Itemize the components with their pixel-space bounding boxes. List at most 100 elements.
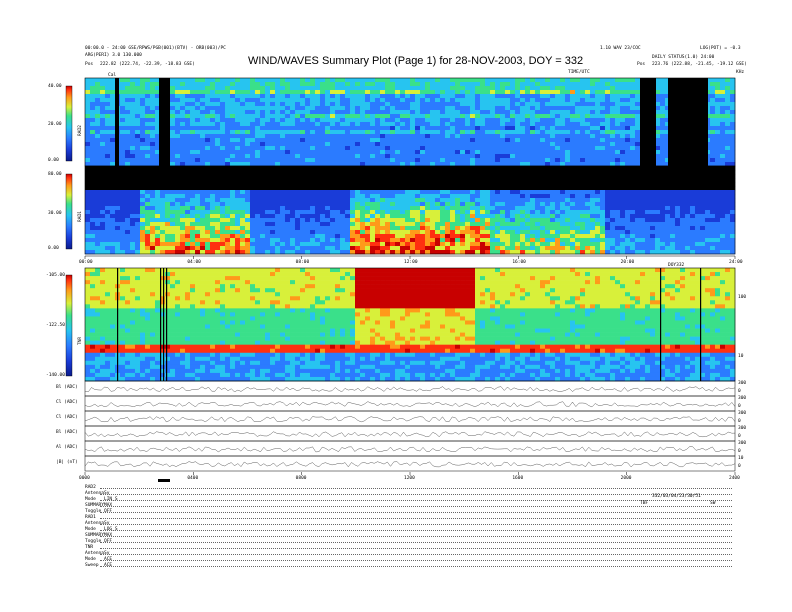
- rad1-cell: [430, 242, 436, 247]
- rad1-cell: [515, 218, 521, 223]
- rad1-cell: [300, 226, 306, 231]
- rad1-cell: [190, 206, 196, 211]
- rad2-cell: [600, 154, 606, 159]
- rad2-cell: [100, 110, 106, 115]
- rad1-cell: [340, 226, 346, 231]
- rad1-cell: [310, 218, 316, 223]
- rad2-cell: [610, 102, 616, 107]
- rad1-cell: [325, 214, 331, 219]
- rad2-cell: [600, 86, 606, 91]
- rad2-cell: [500, 90, 506, 95]
- rad1-cell: [325, 238, 331, 243]
- rad2-cell: [500, 162, 506, 167]
- rad1-cell: [490, 194, 496, 199]
- rad2-cell: [565, 86, 571, 91]
- rad1-cell: [520, 222, 526, 227]
- rad1-cell: [420, 250, 426, 255]
- rad1-cell: [485, 206, 491, 211]
- rad2-cell: [190, 118, 196, 123]
- rad1-cell: [125, 190, 131, 195]
- rad1-cell: [395, 186, 401, 191]
- rad2-cell: [630, 154, 636, 159]
- rad2-cell: [270, 82, 276, 87]
- rad2-cell: [150, 134, 156, 139]
- rad1-cell: [560, 174, 566, 179]
- rad2-cell: [110, 162, 116, 167]
- rad2-cell: [85, 162, 91, 167]
- rad2-cell: [260, 86, 266, 91]
- rad1-cell: [550, 178, 556, 183]
- rad1-cell: [415, 226, 421, 231]
- rad1-cell: [525, 238, 531, 243]
- rad1-cell: [345, 214, 351, 219]
- rad2-cell: [205, 146, 211, 151]
- rad2-cell: [715, 98, 721, 103]
- rad2-cell: [495, 94, 501, 99]
- rad1-cell: [495, 246, 501, 251]
- rad1-cell: [95, 194, 101, 199]
- rad2-cell: [310, 110, 316, 115]
- rad2-cell: [490, 98, 496, 103]
- rad2-cell: [535, 150, 541, 155]
- rad2-cell: [595, 162, 601, 167]
- rad2-cell: [600, 106, 606, 111]
- rad2-cell: [90, 126, 96, 131]
- rad1-cell: [435, 198, 441, 203]
- rad2-cell: [410, 98, 416, 103]
- rad2-cell: [490, 82, 496, 87]
- rad1-cell: [505, 210, 511, 215]
- rad2-cell: [725, 158, 731, 163]
- rad2-cell: [250, 122, 256, 127]
- rad2-cell: [380, 150, 386, 155]
- rad1-cell: [355, 170, 361, 175]
- rad2-cell: [720, 114, 726, 119]
- rad1-cell: [325, 194, 331, 199]
- rad2-cell: [515, 102, 521, 107]
- rad1-cell: [120, 198, 126, 203]
- rad1-cell: [180, 238, 186, 243]
- rad1-cell: [90, 182, 96, 187]
- rad2-cell: [460, 118, 466, 123]
- rad2-cell: [710, 78, 716, 83]
- rad2-cell: [450, 98, 456, 103]
- rad2-cell: [240, 118, 246, 123]
- rad2-cell: [515, 94, 521, 99]
- rad1-cell: [270, 170, 276, 175]
- rad2-cell: [125, 146, 131, 151]
- rad2-cell: [300, 110, 306, 115]
- rad2-cell: [305, 154, 311, 159]
- rad2-cell: [395, 90, 401, 95]
- rad1-cell: [480, 178, 486, 183]
- rad2-cell: [455, 154, 461, 159]
- rad2-cell: [370, 134, 376, 139]
- rad1-cell: [370, 214, 376, 219]
- rad1-cell: [300, 242, 306, 247]
- rad2-cell: [150, 150, 156, 155]
- rad1-cell: [215, 210, 221, 215]
- rad2-cell: [230, 110, 236, 115]
- rad1-cell: [195, 194, 201, 199]
- rad2-cell: [140, 86, 146, 91]
- rad1-cell: [190, 186, 196, 191]
- rad2-cell: [250, 78, 256, 83]
- rad2-cell: [380, 146, 386, 151]
- rad1-cell: [210, 242, 216, 247]
- rad1-cell: [410, 218, 416, 223]
- rad2-cell: [315, 122, 321, 127]
- rad1-cell: [360, 230, 366, 235]
- rad2-cell: [345, 158, 351, 163]
- rad1-cell: [510, 222, 516, 227]
- rad1-cell: [220, 210, 226, 215]
- rad2-cell: [355, 94, 361, 99]
- rad2-cell: [580, 146, 586, 151]
- rad2-cell: [270, 158, 276, 163]
- rad1-cell: [100, 178, 106, 183]
- rad1-cell: [390, 226, 396, 231]
- rad2-cell: [600, 94, 606, 99]
- rad2-cell: [360, 114, 366, 119]
- rad2-cell: [605, 134, 611, 139]
- rad1-cell: [225, 234, 231, 239]
- rad1-cell: [315, 174, 321, 179]
- rad2-cell: [140, 114, 146, 119]
- rad1-cell: [310, 190, 316, 195]
